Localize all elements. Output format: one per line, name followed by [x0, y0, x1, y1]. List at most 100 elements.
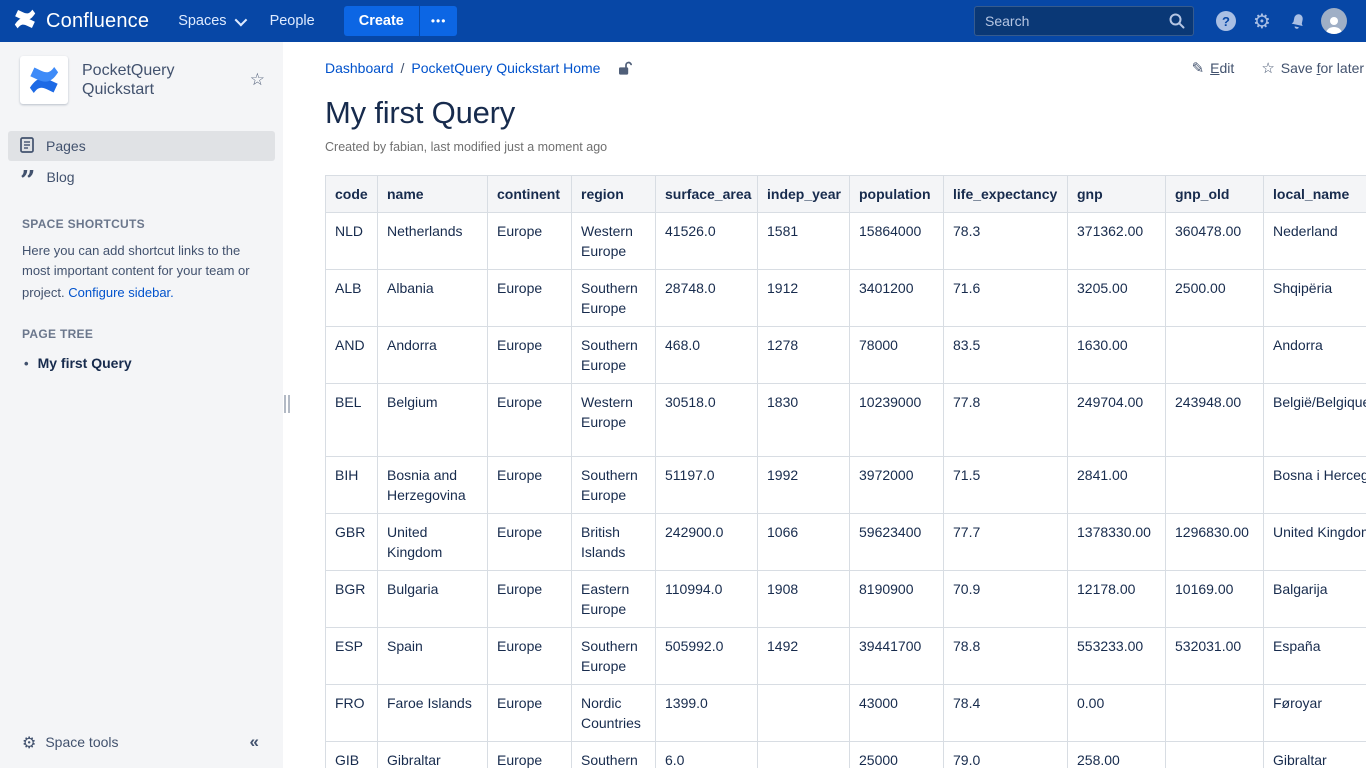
table-cell: België/Belgique: [1264, 384, 1366, 457]
table-cell: ALB: [326, 270, 378, 327]
table-cell: 468.0: [656, 327, 758, 384]
table-cell: 8190900: [850, 571, 944, 628]
star-icon: ☆: [1261, 61, 1274, 76]
query-result-table: codenamecontinentregionsurface_areaindep…: [325, 175, 1366, 768]
table-cell: [758, 685, 850, 742]
edit-button[interactable]: ✎ Edit: [1192, 60, 1235, 76]
table-cell: [1166, 457, 1264, 514]
table-cell: 28748.0: [656, 270, 758, 327]
help-icon[interactable]: ?: [1208, 0, 1244, 42]
table-cell: Bulgaria: [378, 571, 488, 628]
search-box: [974, 6, 1194, 36]
table-cell: Bosnia and Herzegovina: [378, 457, 488, 514]
table-cell: NLD: [326, 213, 378, 270]
table-cell: 1581: [758, 213, 850, 270]
table-header-cell: local_name: [1264, 176, 1366, 213]
table-cell: 1066: [758, 514, 850, 571]
table-cell: GIB: [326, 742, 378, 768]
table-cell: 1992: [758, 457, 850, 514]
breadcrumb-separator: /: [401, 60, 405, 76]
save-for-later-button[interactable]: ☆ Save for later: [1261, 60, 1364, 76]
table-cell: BGR: [326, 571, 378, 628]
table-row: NLDNetherlandsEuropeWestern Europe41526.…: [326, 213, 1366, 270]
table-cell: BEL: [326, 384, 378, 457]
avatar: [1321, 8, 1347, 34]
table-cell: 1278: [758, 327, 850, 384]
space-tools-button[interactable]: ⚙ Space tools: [22, 733, 119, 752]
table-cell: 360478.00: [1166, 213, 1264, 270]
space-logo[interactable]: [20, 56, 68, 104]
table-cell: Netherlands: [378, 213, 488, 270]
table-cell: Gibraltar: [1264, 742, 1366, 768]
table-cell: 2500.00: [1166, 270, 1264, 327]
space-tools-label: Space tools: [45, 734, 118, 750]
table-cell: Western Europe: [572, 384, 656, 457]
table-cell: 15864000: [850, 213, 944, 270]
table-cell: Europe: [488, 384, 572, 457]
table-cell: 70.9: [944, 571, 1068, 628]
table-cell: Albania: [378, 270, 488, 327]
table-row: FROFaroe IslandsEuropeNordic Countries13…: [326, 685, 1366, 742]
table-row: BGRBulgariaEuropeEastern Europe110994.01…: [326, 571, 1366, 628]
breadcrumb-dashboard[interactable]: Dashboard: [325, 60, 394, 76]
sidebar-item-label: Blog: [47, 169, 75, 185]
people-label: People: [270, 13, 315, 29]
create-more-button[interactable]: •••: [419, 6, 458, 36]
notifications-bell-icon[interactable]: [1280, 0, 1316, 42]
table-cell: United Kingdom: [1264, 514, 1366, 571]
table-cell: 39441700: [850, 628, 944, 685]
table-cell: Belgium: [378, 384, 488, 457]
configure-sidebar-link[interactable]: Configure sidebar.: [68, 283, 174, 303]
page-tree-item-current[interactable]: • My first Query: [0, 341, 283, 371]
collapse-sidebar-button[interactable]: «: [250, 732, 259, 752]
table-cell: Europe: [488, 457, 572, 514]
table-cell: 0.00: [1068, 685, 1166, 742]
table-cell: [758, 742, 850, 768]
favorite-star-icon[interactable]: ☆: [250, 70, 265, 90]
space-name[interactable]: PocketQuery Quickstart: [82, 61, 236, 99]
table-cell: ESP: [326, 628, 378, 685]
table-cell: Eastern Europe: [572, 571, 656, 628]
table-cell: Southern Europe: [572, 628, 656, 685]
table-header-cell: name: [378, 176, 488, 213]
sidebar-item-pages[interactable]: Pages: [8, 131, 275, 161]
people-menu[interactable]: People: [257, 0, 328, 42]
table-header-cell: region: [572, 176, 656, 213]
confluence-logo[interactable]: Confluence: [12, 6, 149, 37]
table-cell: 10239000: [850, 384, 944, 457]
table-cell: Bosna i Hercegovina: [1264, 457, 1366, 514]
top-navbar: Confluence Spaces People Create ••• ? ⚙: [0, 0, 1366, 42]
table-row: BIHBosnia and HerzegovinaEuropeSouthern …: [326, 457, 1366, 514]
table-cell: Balgarija: [1264, 571, 1366, 628]
table-cell: Southern Europe: [572, 457, 656, 514]
edit-label: Edit: [1210, 60, 1234, 76]
settings-gear-icon[interactable]: ⚙: [1244, 0, 1280, 42]
user-avatar[interactable]: [1316, 0, 1352, 42]
sidebar-resize-handle[interactable]: [283, 42, 290, 768]
table-cell: United Kingdom: [378, 514, 488, 571]
search-input[interactable]: [974, 6, 1194, 36]
page-actions: ✎ Edit ☆ Save for later Watchin: [1192, 60, 1366, 76]
table-cell: 71.5: [944, 457, 1068, 514]
table-cell: 258.00: [1068, 742, 1166, 768]
table-cell: 12178.00: [1068, 571, 1166, 628]
table-header-cell: indep_year: [758, 176, 850, 213]
brand-name: Confluence: [46, 10, 149, 33]
table-header-cell: continent: [488, 176, 572, 213]
unlock-icon[interactable]: [617, 61, 632, 76]
sidebar-item-blog[interactable]: ” Blog: [8, 162, 275, 192]
table-cell: Shqipëria: [1264, 270, 1366, 327]
table-cell: 77.8: [944, 384, 1068, 457]
create-button[interactable]: Create: [344, 6, 419, 36]
create-split-button: Create •••: [344, 6, 458, 36]
grip-icon: [284, 395, 286, 413]
page-tree-item-label: My first Query: [38, 355, 132, 371]
breadcrumb-space-home[interactable]: PocketQuery Quickstart Home: [411, 60, 600, 76]
table-row: BELBelgiumEuropeWestern Europe30518.0183…: [326, 384, 1366, 457]
table-header-cell: gnp: [1068, 176, 1166, 213]
space-sidebar: PocketQuery Quickstart ☆ Pages ” Blog: [0, 42, 283, 768]
search-icon[interactable]: [1168, 12, 1186, 30]
spaces-menu[interactable]: Spaces: [165, 0, 256, 42]
table-cell: 1908: [758, 571, 850, 628]
table-cell: 249704.00: [1068, 384, 1166, 457]
